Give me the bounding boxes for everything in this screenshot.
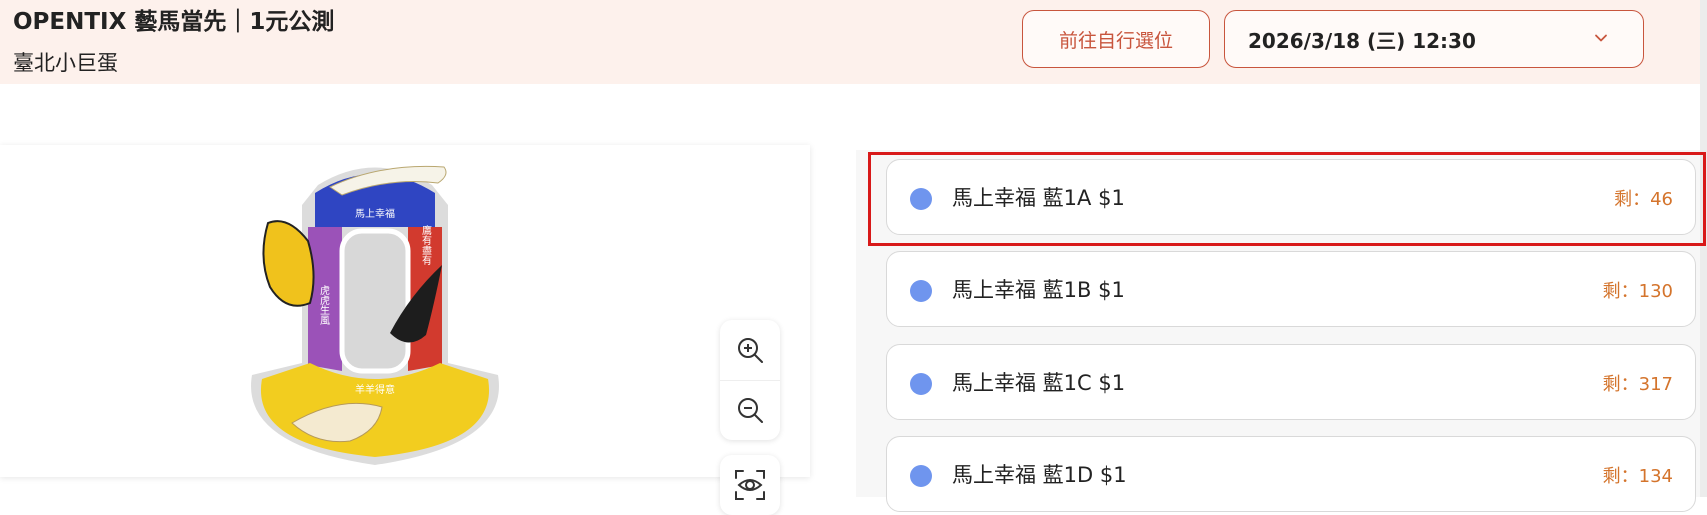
ticket-label: 馬上幸福 藍1B $1 (952, 278, 1125, 302)
chevron-down-icon (1595, 34, 1607, 42)
zoom-controls (720, 320, 780, 440)
zoom-in-icon (738, 338, 763, 363)
section-label-top: 馬上幸福 (355, 207, 395, 220)
venue-name: 臺北小巨蛋 (13, 51, 118, 75)
session-date-dropdown[interactable]: 2026/3/18 (三) 12:30 (1224, 10, 1644, 68)
seat-map-panel: 馬上幸福 羊羊得意 虎虎生風 鷹有盡有 (0, 145, 810, 515)
event-header: OPENTIX 藝馬當先｜1元公測 臺北小巨蛋 前往自行選位 2026/3/18… (0, 0, 1707, 84)
reset-view-button[interactable] (720, 455, 780, 515)
arena-floor (339, 228, 411, 374)
section-label-left: 虎虎生風 (318, 285, 330, 326)
seat-color-dot (910, 280, 932, 302)
seat-color-dot (910, 465, 932, 487)
event-title: OPENTIX 藝馬當先｜1元公測 (13, 9, 335, 35)
remaining-count: 剩：130 (1602, 281, 1673, 302)
self-select-seat-button[interactable]: 前往自行選位 (1022, 10, 1210, 68)
zoom-out-button[interactable] (720, 380, 780, 440)
page-scrollbar[interactable] (1700, 0, 1707, 497)
section-label-right: 鷹有盡有 (420, 224, 432, 266)
zoom-in-button[interactable] (720, 320, 780, 381)
ticket-label: 馬上幸福 藍1D $1 (952, 463, 1127, 487)
selected-highlight (868, 152, 1706, 246)
remaining-count: 剩：134 (1602, 466, 1673, 487)
ticket-label: 馬上幸福 藍1C $1 (952, 371, 1126, 395)
ticket-item-1c[interactable]: 馬上幸福 藍1C $1 剩：317 (886, 344, 1696, 420)
seat-map[interactable]: 馬上幸福 羊羊得意 虎虎生風 鷹有盡有 (230, 145, 520, 477)
session-date-value: 2026/3/18 (三) 12:30 (1248, 28, 1476, 53)
ticket-item-1d[interactable]: 馬上幸福 藍1D $1 剩：134 (886, 436, 1696, 512)
seat-color-dot (910, 373, 932, 395)
ticket-item-1b[interactable]: 馬上幸福 藍1B $1 剩：130 (886, 251, 1696, 327)
remaining-count: 剩：317 (1602, 374, 1673, 395)
section-label-bottom: 羊羊得意 (355, 383, 395, 396)
zoom-out-icon (738, 398, 763, 423)
